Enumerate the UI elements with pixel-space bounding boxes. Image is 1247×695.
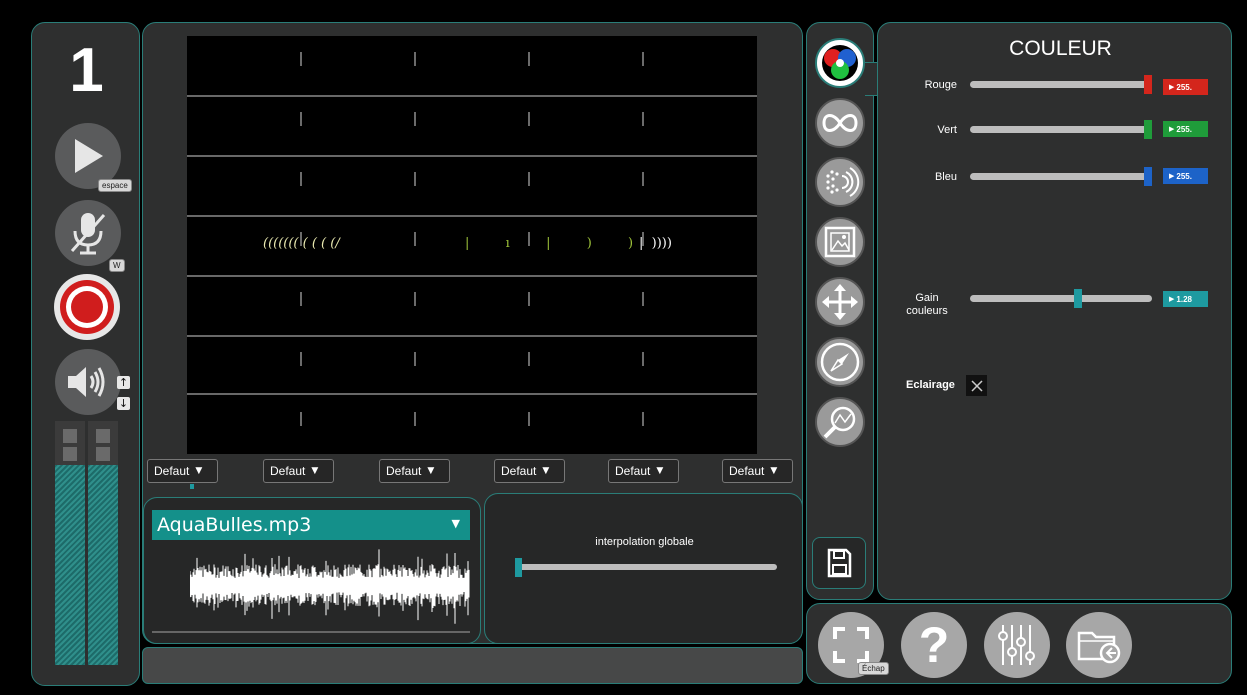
tab-orientation[interactable] — [815, 337, 865, 387]
bleu-slider[interactable] — [970, 167, 1152, 186]
fullscreen-icon — [833, 627, 869, 663]
infinity-icon — [822, 114, 858, 132]
wave-glyphs-right: | )))) — [639, 236, 672, 251]
rouge-value-box[interactable]: ▶ 255. — [1163, 79, 1208, 95]
chevron-down-icon: ▼ — [656, 466, 664, 476]
play-icon: ▶ — [1169, 125, 1175, 133]
move-icon — [822, 284, 858, 320]
eclairage-checkbox[interactable] — [966, 375, 987, 396]
fullscreen-shortcut-key: Échap — [858, 662, 889, 675]
chevron-down-icon: ▼ — [427, 466, 435, 476]
tab-move[interactable] — [815, 277, 865, 327]
tab-image[interactable] — [815, 217, 865, 267]
folder-icon — [1077, 631, 1121, 664]
save-icon — [827, 548, 852, 578]
visualizer-canvas: ((((((( ( ( ( (/ | ı | ) ) | )))) — [187, 36, 757, 454]
status-bar — [142, 647, 803, 684]
tab-couleur[interactable] — [815, 38, 865, 88]
record-icon — [60, 280, 114, 334]
interpolation-panel: interpolation globale — [484, 493, 803, 644]
left-panel: 1 espace W ↑ ↓ — [31, 22, 140, 686]
dropdown-5[interactable]: Defaut ▼ — [608, 459, 679, 483]
play-icon: ▶ — [1169, 295, 1175, 303]
gain-thumb[interactable] — [1074, 289, 1083, 308]
rouge-thumb[interactable] — [1144, 75, 1152, 94]
play-icon: ▶ — [1169, 172, 1175, 180]
wave-glyphs-left: ((((((( ( ( ( (/ — [263, 236, 340, 251]
open-folder-button[interactable] — [1066, 612, 1132, 678]
vert-value-box[interactable]: ▶ 255. — [1163, 121, 1208, 137]
dropdown-2[interactable]: Defaut ▼ — [263, 459, 334, 483]
save-button[interactable] — [812, 537, 866, 589]
gain-slider[interactable] — [970, 289, 1152, 308]
waveform-display — [190, 549, 470, 624]
rouge-label: Rouge — [924, 79, 957, 91]
audio-file-name: AquaBulles.mp3 — [157, 514, 312, 536]
interpolation-slider[interactable] — [515, 558, 777, 577]
eclairage-label: Eclairage — [906, 379, 955, 391]
play-icon: ▶ — [1169, 83, 1175, 91]
tab-analysis[interactable] — [815, 397, 865, 447]
chevron-down-icon: ▼ — [311, 466, 319, 476]
vert-slider[interactable] — [970, 120, 1152, 139]
chevron-down-icon: ▼ — [451, 517, 460, 530]
speaker-icon — [68, 367, 105, 397]
interpolation-thumb[interactable] — [515, 558, 522, 577]
gain-label: Gain couleurs — [906, 292, 948, 317]
dropdown-3[interactable]: Defaut ▼ — [379, 459, 450, 483]
chevron-down-icon: ▼ — [542, 466, 550, 476]
dropdown-6[interactable]: Defaut ▼ — [722, 459, 793, 483]
color-wheel-icon — [822, 45, 858, 81]
waveform-scrollbar[interactable] — [152, 631, 470, 633]
compass-icon — [820, 342, 860, 382]
vert-label: Vert — [937, 124, 957, 136]
tab-particles[interactable] — [815, 157, 865, 207]
particles-icon — [826, 167, 860, 197]
channel-number: 1 — [69, 36, 104, 105]
chevron-down-icon: ▼ — [195, 466, 203, 476]
level-meter-right — [88, 421, 118, 665]
close-icon — [970, 379, 983, 392]
vert-thumb[interactable] — [1144, 120, 1152, 139]
mic-off-icon — [70, 213, 106, 255]
image-icon — [824, 226, 856, 258]
dropdown-1[interactable]: Defaut ▼ — [147, 459, 218, 483]
mic-shortcut-key: W — [109, 259, 125, 272]
audio-file-panel: AquaBulles.mp3 ▼ — [143, 497, 481, 644]
level-meter-left — [55, 421, 85, 665]
bleu-value-box[interactable]: ▶ 255. — [1163, 168, 1208, 184]
play-shortcut-key: espace — [98, 179, 132, 192]
volume-down-key[interactable]: ↓ — [117, 397, 130, 410]
audio-file-select[interactable]: AquaBulles.mp3 ▼ — [152, 510, 470, 540]
bleu-thumb[interactable] — [1144, 167, 1152, 186]
couleur-title: COULEUR — [1009, 37, 1112, 60]
bleu-label: Bleu — [934, 171, 957, 183]
dropdown-4[interactable]: Defaut ▼ — [494, 459, 565, 483]
record-button[interactable] — [54, 274, 120, 340]
wave-glyphs-mid: | ı | ) ) — [465, 236, 634, 251]
interpolation-label: interpolation globale — [595, 536, 694, 548]
gain-value-box[interactable]: ▶ 1.28 — [1163, 291, 1208, 307]
help-icon: ? — [918, 617, 950, 673]
mixer-icon — [998, 625, 1035, 665]
rouge-slider[interactable] — [970, 75, 1152, 94]
tab-loop[interactable] — [815, 98, 865, 148]
magnifier-curve-icon — [823, 406, 856, 439]
level-meter — [55, 421, 118, 665]
volume-up-key[interactable]: ↑ — [117, 376, 130, 389]
play-icon — [75, 139, 103, 173]
volume-button[interactable] — [55, 349, 121, 415]
help-button[interactable]: ? — [901, 612, 967, 678]
mixer-button[interactable] — [984, 612, 1050, 678]
dropdown-marker — [190, 484, 194, 489]
chevron-down-icon: ▼ — [770, 466, 778, 476]
mic-mute-button[interactable] — [55, 200, 121, 266]
